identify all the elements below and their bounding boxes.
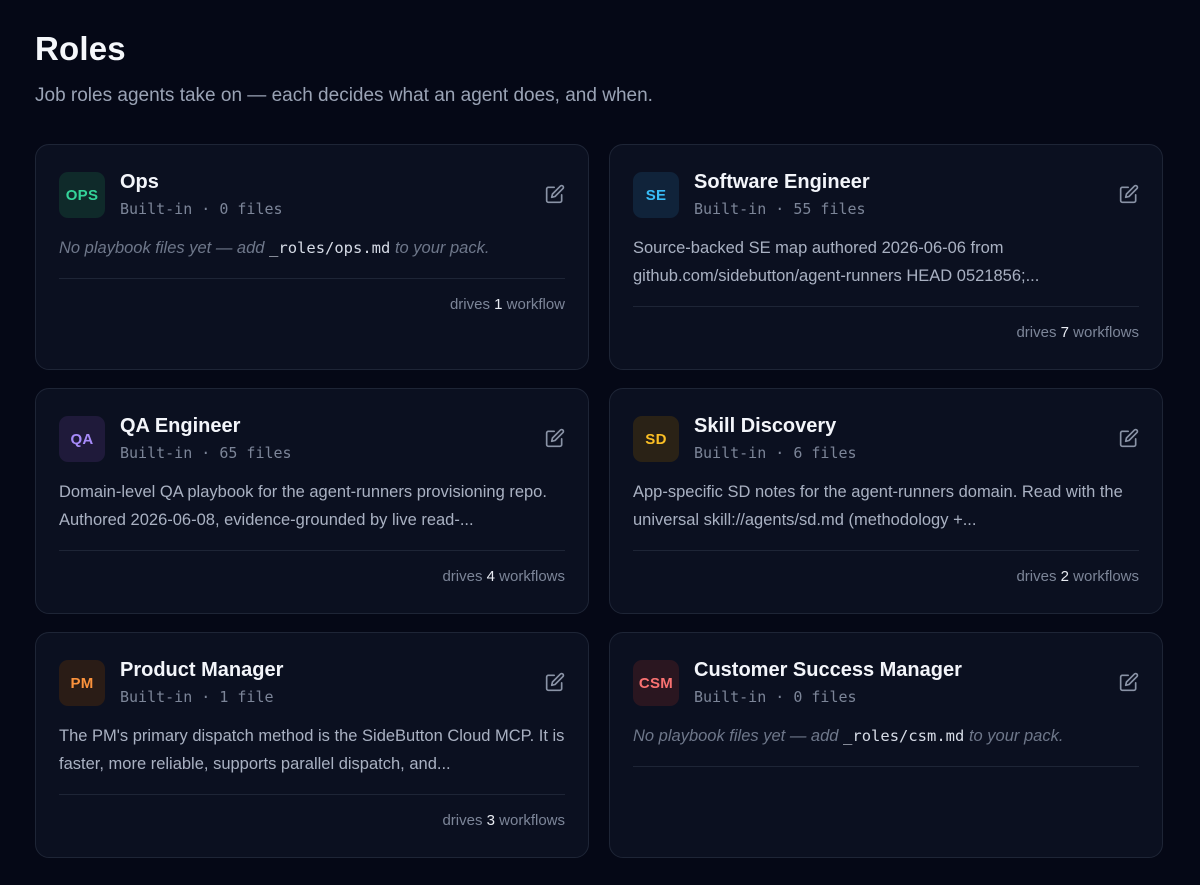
role-description: App-specific SD notes for the agent-runn… (633, 483, 1123, 529)
edit-icon (545, 672, 565, 692)
edit-icon (545, 428, 565, 448)
role-meta: Built-in · 0 files (694, 688, 857, 706)
empty-playbook-note: No playbook files yet — add _roles/ops.m… (59, 239, 490, 257)
role-name: Product Manager (120, 659, 284, 681)
card-divider (633, 306, 1139, 307)
edit-role-button[interactable] (1118, 427, 1140, 449)
drives-workflows: drives 4 workflows (442, 568, 565, 585)
playbook-path: _roles/csm.md (843, 727, 965, 745)
role-description: Domain-level QA playbook for the agent-r… (59, 483, 547, 529)
card-divider (633, 550, 1139, 551)
drives-workflows: drives 2 workflows (1016, 568, 1139, 585)
role-name: QA Engineer (120, 415, 241, 437)
role-card-ops[interactable]: OPS Ops Built-in · 0 files No playbook f… (35, 144, 589, 370)
edit-icon (1119, 184, 1139, 204)
role-meta: Built-in · 55 files (694, 200, 866, 218)
page-subtitle: Job roles agents take on — each decides … (35, 85, 653, 106)
edit-role-button[interactable] (544, 671, 566, 693)
edit-role-button[interactable] (544, 427, 566, 449)
role-card-customer-success-manager[interactable]: CSM Customer Success Manager Built-in · … (609, 632, 1163, 858)
role-name: Skill Discovery (694, 415, 837, 437)
role-badge: CSM (633, 660, 679, 706)
role-name: Software Engineer (694, 171, 870, 193)
role-badge: OPS (59, 172, 105, 218)
drives-workflows: drives 1 workflow (449, 296, 565, 313)
role-name: Customer Success Manager (694, 659, 962, 681)
role-badge: SD (633, 416, 679, 462)
role-meta: Built-in · 6 files (694, 444, 857, 462)
edit-icon (545, 184, 565, 204)
role-meta: Built-in · 0 files (120, 200, 283, 218)
card-divider (633, 766, 1139, 767)
role-meta: Built-in · 1 file (120, 688, 274, 706)
card-divider (59, 550, 565, 551)
edit-role-button[interactable] (544, 183, 566, 205)
card-divider (59, 278, 565, 279)
empty-playbook-note: No playbook files yet — add _roles/csm.m… (633, 727, 1064, 745)
edit-icon (1119, 672, 1139, 692)
edit-role-button[interactable] (1118, 183, 1140, 205)
role-meta: Built-in · 65 files (120, 444, 292, 462)
drives-workflows: drives 7 workflows (1016, 324, 1139, 341)
role-badge: SE (633, 172, 679, 218)
role-badge: QA (59, 416, 105, 462)
page-title: Roles (35, 30, 126, 67)
role-card-software-engineer[interactable]: SE Software Engineer Built-in · 55 files… (609, 144, 1163, 370)
role-name: Ops (120, 171, 159, 193)
role-card-product-manager[interactable]: PM Product Manager Built-in · 1 file The… (35, 632, 589, 858)
role-description: The PM's primary dispatch method is the … (59, 727, 565, 773)
edit-icon (1119, 428, 1139, 448)
edit-role-button[interactable] (1118, 671, 1140, 693)
playbook-path: _roles/ops.md (269, 239, 391, 257)
drives-workflows: drives 3 workflows (442, 812, 565, 829)
role-badge: PM (59, 660, 105, 706)
role-card-qa-engineer[interactable]: QA QA Engineer Built-in · 65 files Domai… (35, 388, 589, 614)
role-card-skill-discovery[interactable]: SD Skill Discovery Built-in · 6 files Ap… (609, 388, 1163, 614)
card-divider (59, 794, 565, 795)
role-description: Source-backed SE map authored 2026-06-06… (633, 239, 1040, 285)
